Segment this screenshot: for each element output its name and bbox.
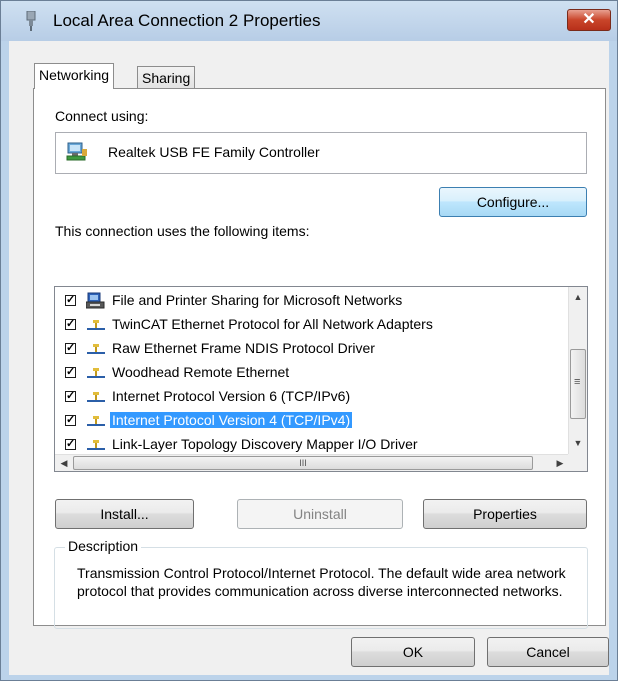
list-item[interactable]: ✓ Raw Ethernet Frame NDIS Protocol Drive… — [55, 338, 555, 362]
connect-using-label: Connect using: — [55, 108, 149, 124]
properties-window: Local Area Connection 2 Properties ✕ Net… — [0, 0, 618, 681]
cancel-button[interactable]: Cancel — [487, 637, 609, 667]
network-connection-icon — [26, 11, 36, 31]
item-label: Woodhead Remote Ethernet — [112, 364, 290, 380]
adapter-name: Realtek USB FE Family Controller — [108, 144, 320, 160]
ok-button[interactable]: OK — [351, 637, 475, 667]
close-icon: ✕ — [582, 11, 596, 28]
scroll-up-icon[interactable]: ▲ — [570, 289, 586, 305]
item-checkbox[interactable]: ✓ — [65, 319, 76, 330]
item-label: File and Printer Sharing for Microsoft N… — [112, 292, 403, 308]
tab-networking[interactable]: Networking — [34, 63, 115, 89]
horizontal-scrollbar[interactable]: ◀ III ▶ — [55, 454, 570, 471]
protocol-icon — [87, 344, 105, 354]
item-label: TwinCAT Ethernet Protocol for All Networ… — [112, 316, 433, 332]
list-item[interactable]: ✓ Internet Protocol Version 6 (TCP/IPv6) — [55, 386, 555, 410]
uninstall-button[interactable]: Uninstall — [237, 499, 403, 529]
horizontal-scroll-thumb[interactable]: III — [73, 456, 533, 470]
networking-panel: Connect using: Realtek USB FE Family Con… — [33, 88, 606, 629]
protocol-icon — [87, 368, 105, 378]
vertical-scroll-thumb[interactable]: ≡ — [570, 349, 586, 419]
scrollbar-corner — [568, 454, 587, 471]
grip-icon: ≡ — [574, 376, 581, 388]
item-checkbox[interactable]: ✓ — [65, 391, 76, 402]
item-label: Internet Protocol Version 6 (TCP/IPv6) — [112, 388, 351, 404]
protocol-icon — [87, 320, 105, 330]
network-adapter-icon — [66, 142, 87, 161]
description-legend: Description — [65, 538, 142, 554]
protocol-icon — [87, 416, 105, 426]
list-item[interactable]: ✓ TwinCAT Ethernet Protocol for All Netw… — [55, 314, 555, 338]
printer-icon — [86, 292, 105, 309]
description-text: Transmission Control Protocol/Internet P… — [77, 565, 566, 599]
dialog-client: Networking Sharing Connect using: Realte… — [9, 41, 609, 675]
list-item-selected[interactable]: ✓ Internet Protocol Version 4 (TCP/IPv4) — [55, 410, 555, 434]
scroll-down-icon[interactable]: ▼ — [570, 435, 586, 451]
install-button[interactable]: Install... — [55, 499, 194, 529]
scroll-left-icon[interactable]: ◀ — [56, 455, 72, 471]
item-checkbox[interactable]: ✓ — [65, 295, 76, 306]
item-label: Raw Ethernet Frame NDIS Protocol Driver — [112, 340, 375, 356]
item-checkbox[interactable]: ✓ — [65, 439, 76, 450]
vertical-scrollbar[interactable]: ▲ ≡ ▼ — [568, 287, 587, 454]
item-label: Internet Protocol Version 4 (TCP/IPv4) — [110, 412, 353, 428]
items-list[interactable]: ✓ File and Printer Sharing for Microsoft… — [54, 286, 588, 472]
list-item[interactable]: ✓ Woodhead Remote Ethernet — [55, 362, 555, 386]
item-checkbox[interactable]: ✓ — [65, 367, 76, 378]
protocol-icon — [87, 392, 105, 402]
configure-button[interactable]: Configure... — [439, 187, 587, 217]
close-button[interactable]: ✕ — [567, 9, 611, 31]
list-item[interactable]: ✓ File and Printer Sharing for Microsoft… — [55, 290, 555, 314]
protocol-icon — [87, 440, 105, 450]
adapter-field: Realtek USB FE Family Controller — [55, 132, 587, 174]
item-checkbox[interactable]: ✓ — [65, 415, 76, 426]
properties-button[interactable]: Properties — [423, 499, 587, 529]
title-bar[interactable]: Local Area Connection 2 Properties ✕ — [1, 1, 617, 41]
tab-sharing[interactable]: Sharing — [137, 66, 196, 90]
window-title: Local Area Connection 2 Properties — [53, 11, 321, 30]
item-label: Link-Layer Topology Discovery Mapper I/O… — [112, 436, 418, 452]
description-group: Description Transmission Control Protoco… — [54, 538, 588, 629]
item-checkbox[interactable]: ✓ — [65, 343, 76, 354]
scroll-right-icon[interactable]: ▶ — [552, 455, 568, 471]
items-label: This connection uses the following items… — [55, 223, 310, 239]
